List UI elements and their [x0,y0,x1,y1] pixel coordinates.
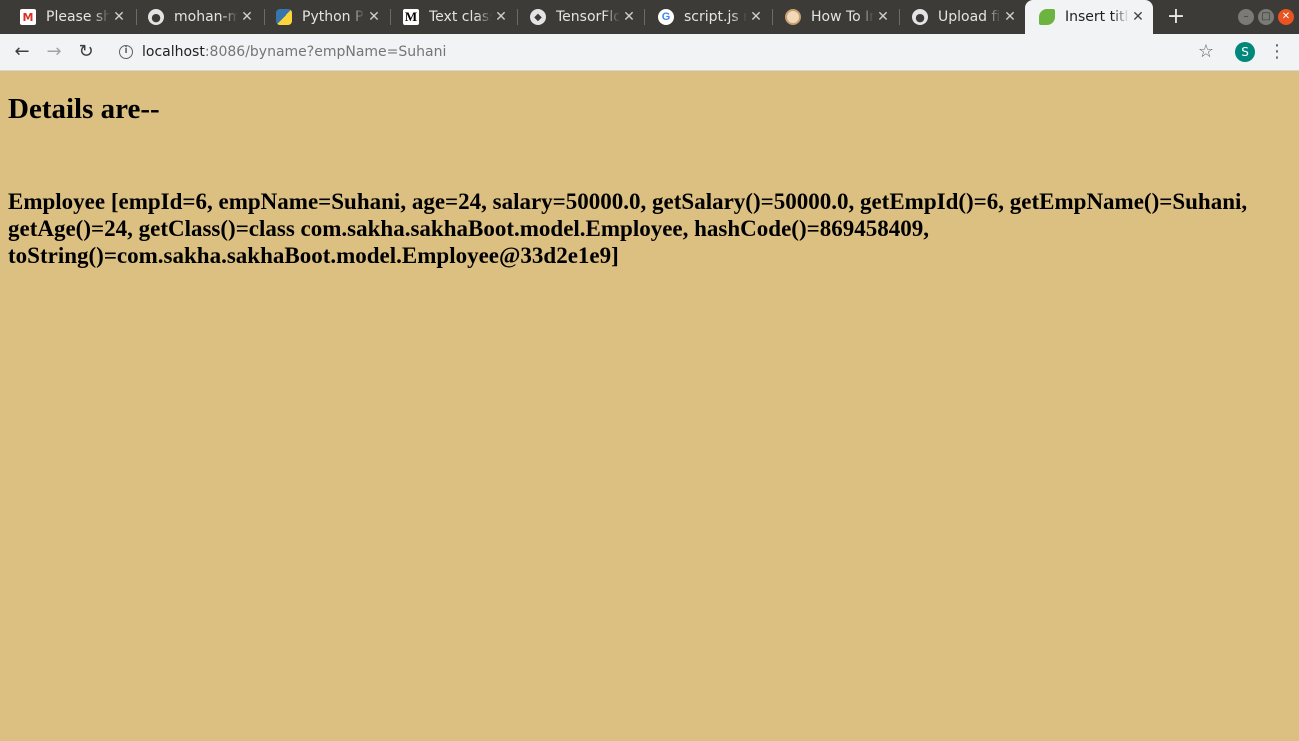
menu-icon[interactable]: ⋮ [1267,39,1287,65]
minimize-button[interactable]: – [1238,9,1254,25]
tensorflow-icon: ◆ [530,9,546,25]
close-icon[interactable]: ✕ [238,9,256,25]
tab-google-script[interactable]: G script.js n ✕ [644,0,771,34]
tab-medium[interactable]: M Text class ✕ [389,0,516,34]
bookmark-star-icon[interactable]: ☆ [1193,39,1219,65]
reload-button[interactable]: ↻ [72,38,100,66]
tab-insert-title[interactable]: Insert titl ✕ [1025,0,1153,34]
tab-tensorflow[interactable]: ◆ TensorFlo ✕ [516,0,644,34]
back-button[interactable]: ← [8,38,36,66]
medium-icon: M [403,9,419,25]
employee-details: Employee [empId=6, empName=Suhani, age=2… [8,189,1248,268]
tab-how-to[interactable]: How To In ✕ [771,0,898,34]
maximize-button[interactable]: □ [1258,9,1274,25]
tab-github-upload[interactable]: ● Upload fil ✕ [898,0,1025,34]
address-bar[interactable]: i localhost:8086/byname?empName=Suhani [108,37,1228,67]
tab-title: Text class [429,9,492,25]
site-icon [785,9,801,25]
tab-title: Python P [302,9,364,25]
close-icon[interactable]: ✕ [1129,9,1147,25]
tab-strip: M Please sh ✕ ● mohan-m ✕ Python P ✕ M T… [0,0,1299,34]
google-icon: G [658,9,674,25]
tab-title: How To In [811,9,874,25]
python-icon [276,9,292,25]
url-path: :8086/byname?empName=Suhani [204,44,447,60]
close-icon[interactable]: ✕ [874,9,892,25]
new-tab-button[interactable]: + [1163,4,1189,30]
github-icon: ● [148,9,164,25]
tab-title: TensorFlo [556,9,620,25]
tab-title: script.js n [684,9,747,25]
close-icon[interactable]: ✕ [1001,9,1019,25]
close-icon[interactable]: ✕ [365,9,383,25]
tab-title: Insert titl [1065,9,1129,25]
forward-button[interactable]: → [40,38,68,66]
close-icon[interactable]: ✕ [620,9,638,25]
github-icon: ● [912,9,928,25]
page-heading: Details are-- [8,93,160,125]
tab-title: Upload fil [938,9,1001,25]
tab-title: mohan-m [174,9,238,25]
url-host: localhost [142,44,205,60]
browser-toolbar: ← → ↻ i localhost:8086/byname?empName=Su… [0,34,1299,71]
tab-title: Please sh [46,9,110,25]
close-window-button[interactable]: ✕ [1278,9,1294,25]
tab-python[interactable]: Python P ✕ [262,0,389,34]
gmail-icon: M [20,9,36,25]
profile-avatar[interactable]: S [1235,42,1255,62]
close-icon[interactable]: ✕ [110,9,128,25]
close-icon[interactable]: ✕ [747,9,765,25]
tab-github-mohan[interactable]: ● mohan-m ✕ [134,0,262,34]
info-icon[interactable]: i [119,45,133,59]
spring-leaf-icon [1039,9,1055,25]
close-icon[interactable]: ✕ [492,9,510,25]
tab-gmail[interactable]: M Please sh ✕ [6,0,134,34]
page-content: Details are-- Employee [empId=6, empName… [0,72,1299,741]
